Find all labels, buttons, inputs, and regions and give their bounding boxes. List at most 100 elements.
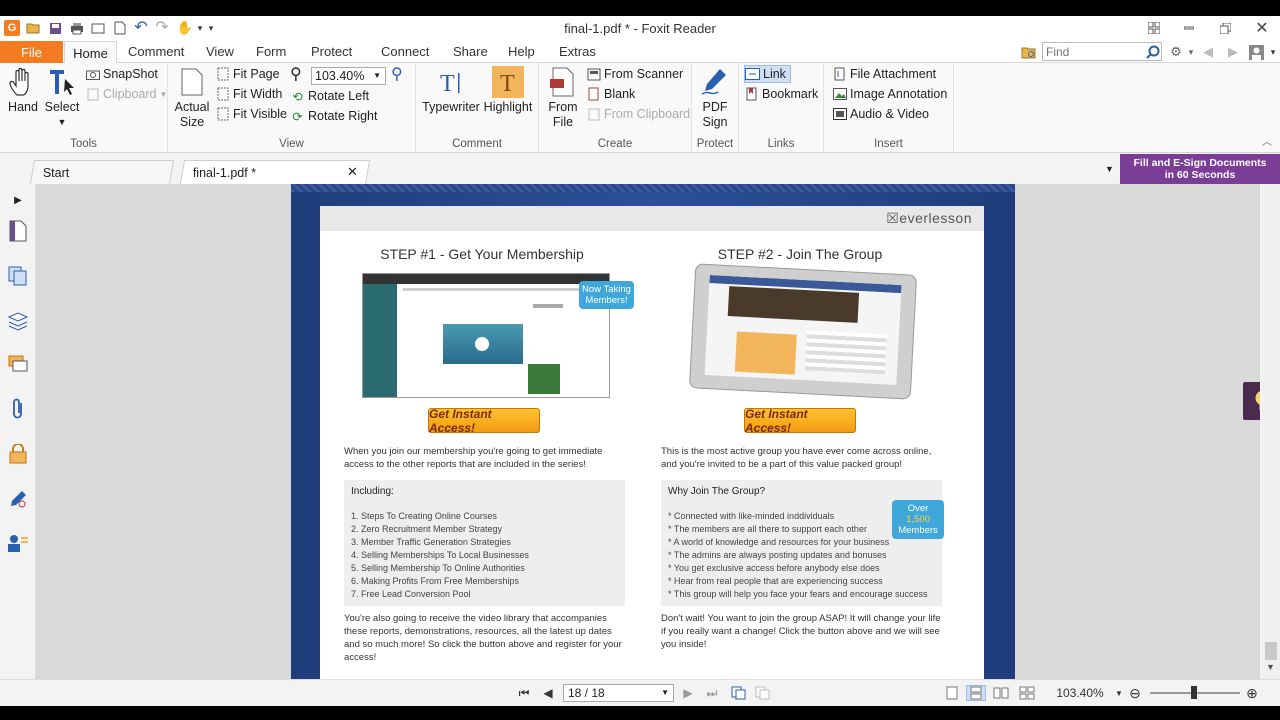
lock-icon[interactable] xyxy=(6,442,30,466)
zoom-in-button[interactable]: ⊕ xyxy=(1244,685,1260,701)
rotate-left-button[interactable]: ⟲ Rotate Left xyxy=(290,87,369,105)
user-id-icon[interactable] xyxy=(6,531,30,555)
tab-help[interactable]: Help xyxy=(508,44,535,59)
tab-list-chevron-icon[interactable]: ▼ xyxy=(1105,164,1114,174)
layers-icon[interactable] xyxy=(6,309,30,333)
from-clipboard-button[interactable]: From Clipboard xyxy=(586,105,690,123)
vertical-scrollbar[interactable]: ▼ xyxy=(1262,184,1280,679)
next-page-icon[interactable]: ▶ xyxy=(680,685,696,701)
zoom-in-icon[interactable]: ⚲ xyxy=(391,65,403,83)
next-view-icon[interactable] xyxy=(754,685,770,701)
signature-icon[interactable] xyxy=(6,487,30,511)
scroll-down-icon[interactable]: ▼ xyxy=(1266,662,1275,672)
search-folder-icon[interactable] xyxy=(1020,44,1036,60)
members-count-badge: Over 1,500 Members xyxy=(892,500,944,539)
from-scanner-button[interactable]: From Scanner xyxy=(586,65,683,83)
chevron-down-icon[interactable]: ▾ xyxy=(1265,44,1280,60)
from-file-button[interactable]: From File xyxy=(543,66,583,130)
back-icon[interactable]: ◀ xyxy=(1200,44,1216,60)
group-tools: Hand Select ▼ SnapShot Clipboard ▼ Tools xyxy=(0,63,168,153)
blank-button[interactable]: Blank xyxy=(586,85,635,103)
fit-page-button[interactable]: Fit Page xyxy=(215,65,280,83)
tab-start[interactable]: Start xyxy=(29,160,175,184)
tab-final-pdf[interactable]: final-1.pdf * xyxy=(179,160,371,184)
tab-home[interactable]: Home xyxy=(64,41,117,64)
zoom-select[interactable]: 103.40% ▼ xyxy=(311,67,386,85)
file-attachment-label: File Attachment xyxy=(850,67,937,81)
last-page-icon[interactable]: ⏭ xyxy=(704,685,720,701)
step2-get-instant-access-button[interactable]: Get Instant Access! xyxy=(744,407,856,435)
collapse-ribbon-icon[interactable]: ︿ xyxy=(1262,133,1272,148)
fit-width-button[interactable]: Fit Width xyxy=(215,85,282,103)
expand-panel-icon[interactable]: ▶ xyxy=(6,188,30,212)
tab-extras[interactable]: Extras xyxy=(559,44,596,59)
find-input[interactable] xyxy=(1042,42,1162,61)
audio-video-button[interactable]: Audio & Video xyxy=(832,105,929,123)
attachments-icon[interactable] xyxy=(6,397,30,421)
zoom-out-icon[interactable]: ⚲ xyxy=(290,65,302,83)
close-window-button[interactable]: ✕ xyxy=(1250,19,1274,37)
restore-button[interactable] xyxy=(1213,19,1237,37)
page-thumbnail-icon[interactable] xyxy=(6,219,30,243)
film-icon xyxy=(832,107,847,122)
zoom-slider-thumb[interactable] xyxy=(1191,686,1197,699)
close-tab-icon[interactable]: ✕ xyxy=(347,164,358,180)
tab-protect[interactable]: Protect xyxy=(311,44,352,59)
tab-share[interactable]: Share xyxy=(453,44,488,59)
fit-visible-button[interactable]: Fit Visible xyxy=(215,105,287,123)
tab-file[interactable]: File xyxy=(0,41,63,63)
promo-line-1: Fill and E-Sign Documents xyxy=(1133,157,1267,169)
search-icon[interactable] xyxy=(1145,44,1161,60)
tab-comment[interactable]: Comment xyxy=(128,44,184,59)
single-page-view-icon[interactable] xyxy=(944,685,960,701)
user-avatar-icon[interactable] xyxy=(1248,44,1264,60)
select-tool-button[interactable]: Select ▼ xyxy=(42,66,82,130)
chevron-down-icon[interactable]: ▼ xyxy=(1114,685,1124,701)
rotate-right-button[interactable]: ⟳ Rotate Right xyxy=(290,107,377,125)
chevron-down-icon[interactable]: ▾ xyxy=(1183,44,1199,60)
continuous-view-icon[interactable] xyxy=(966,685,986,701)
tab-view[interactable]: View xyxy=(206,44,234,59)
tip-lightbulb-button[interactable] xyxy=(1243,382,1260,420)
select-label: Select xyxy=(44,100,80,114)
gear-icon[interactable]: ⚙ xyxy=(1168,44,1184,60)
hand-tool-button[interactable]: Hand xyxy=(4,66,42,115)
comment-group-label: Comment xyxy=(452,138,502,150)
zoom-level[interactable]: 103.40% xyxy=(1052,685,1108,701)
tab-form[interactable]: Form xyxy=(256,44,286,59)
zoom-out-button[interactable]: ⊖ xyxy=(1127,685,1143,701)
pages-icon[interactable] xyxy=(6,264,30,288)
actual-size-button[interactable]: Actual Size xyxy=(172,66,212,130)
insert-group-label: Insert xyxy=(874,138,903,150)
tab-connect[interactable]: Connect xyxy=(381,44,429,59)
from-file-icon xyxy=(547,66,579,98)
comments-icon[interactable] xyxy=(6,352,30,376)
first-page-icon[interactable]: ⏮ xyxy=(516,685,532,701)
image-annotation-button[interactable]: Image Annotation xyxy=(832,85,947,103)
link-button[interactable]: Link xyxy=(744,65,791,83)
minimize-button[interactable] xyxy=(1177,19,1201,37)
bookmark-button[interactable]: Bookmark xyxy=(744,85,818,103)
hand-icon xyxy=(7,66,39,98)
previous-page-icon[interactable]: ◀ xyxy=(540,685,556,701)
blank-page-icon xyxy=(586,87,601,102)
ribbon-options-icon[interactable] xyxy=(1142,19,1166,37)
forward-icon[interactable]: ▶ xyxy=(1225,44,1241,60)
document-viewport[interactable]: ☒everlesson STEP #1 - Get Your Membershi… xyxy=(36,184,1260,679)
continuous-facing-view-icon[interactable] xyxy=(1018,685,1036,701)
step1-get-instant-access-button[interactable]: Get Instant Access! xyxy=(428,407,540,435)
highlight-button[interactable]: T Highlight xyxy=(482,66,534,115)
clipboard-button[interactable]: Clipboard ▼ xyxy=(85,85,167,103)
previous-view-icon[interactable] xyxy=(730,685,746,701)
page-number-input[interactable]: 18 / 18 ▼ xyxy=(563,684,674,702)
promo-banner[interactable]: Fill and E-Sign Documents in 60 Seconds xyxy=(1120,154,1280,184)
step2-tablet-image xyxy=(688,263,918,400)
snapshot-button[interactable]: SnapShot xyxy=(85,65,158,83)
typewriter-button[interactable]: T Typewriter xyxy=(421,66,481,115)
step1-outro: You're also going to receive the video l… xyxy=(344,613,622,663)
file-attachment-button[interactable]: File Attachment xyxy=(832,65,936,83)
scrollbar-thumb[interactable] xyxy=(1265,642,1277,660)
facing-view-icon[interactable] xyxy=(992,685,1010,701)
pdf-sign-button[interactable]: PDF Sign xyxy=(695,66,735,130)
tab-final-pdf-label: final-1.pdf * xyxy=(192,166,257,180)
